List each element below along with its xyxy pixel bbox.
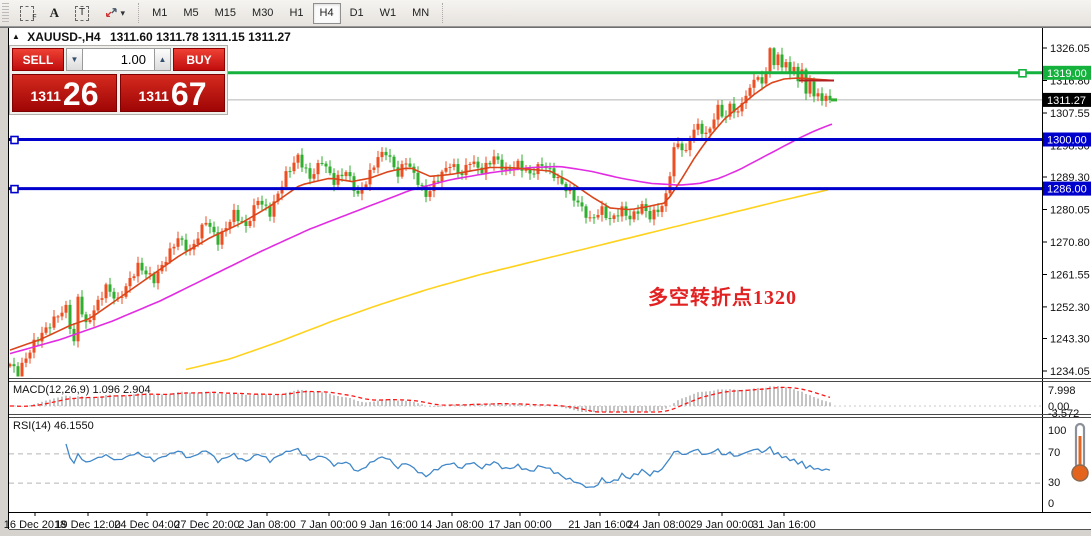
ohlc-values: 1311.60 1311.78 1311.15 1311.27 — [109, 30, 291, 44]
timeframe-bar: M1 M5 M15 M30 H1 H4 D1 W1 MN — [144, 2, 437, 24]
text-tool-button[interactable]: A — [43, 2, 66, 24]
price-tick-label: 1234.05 — [1050, 366, 1090, 378]
arrows-icon — [106, 8, 117, 18]
time-axis-label: 24 Dec 04:00 — [114, 519, 179, 531]
chart-annotation-text[interactable]: 多空转折点1320 — [648, 281, 797, 310]
arrow-objects-button[interactable]: ▾ — [98, 2, 132, 24]
price-line-label: 1319.00 — [1047, 68, 1087, 80]
toolbar-separator-2 — [442, 3, 444, 23]
tab-timeframe-m1[interactable]: M1 — [145, 3, 174, 24]
price-line-label: 1286.00 — [1047, 184, 1087, 196]
selection-tool-icon: F — [20, 5, 37, 21]
price-tick-label: 1252.30 — [1050, 302, 1090, 314]
time-axis-label: 31 Jan 16:00 — [752, 519, 816, 531]
rsi-label: RSI(14) 46.1550 — [13, 420, 94, 432]
chart-title: ▲ XAUUSD-,H4 1311.60 1311.78 1311.15 131… — [12, 30, 291, 44]
tab-timeframe-h4[interactable]: H4 — [312, 2, 341, 24]
letter-t-icon: T — [74, 5, 90, 21]
buy-price-box[interactable]: 1311 67 — [120, 74, 225, 112]
sell-price-small: 1311 — [30, 88, 61, 104]
chevron-down-icon: ▾ — [120, 7, 126, 18]
sell-button[interactable]: SELL — [12, 48, 64, 71]
volume-decrease-button[interactable]: ▼ — [66, 48, 83, 71]
price-line-label: 1311.27 — [1047, 95, 1086, 107]
tab-timeframe-h1[interactable]: H1 — [282, 3, 310, 24]
indicator-scale-label: -3.572 — [1048, 408, 1079, 420]
time-axis-label: 27 Dec 20:00 — [174, 519, 239, 531]
text-label-tool-button[interactable]: T — [68, 2, 96, 24]
indicator-scale-label: 30 — [1048, 477, 1060, 489]
buy-price-big: 67 — [170, 76, 207, 112]
price-tick-label: 1243.30 — [1050, 334, 1090, 346]
time-axis-label: 19 Dec 12:00 — [55, 519, 120, 531]
tab-timeframe-d1[interactable]: D1 — [343, 3, 371, 24]
selection-tool-button[interactable]: F — [13, 2, 41, 24]
macd-label: MACD(12,26,9) 1.096 2.904 — [13, 384, 151, 396]
buy-button[interactable]: BUY — [173, 48, 225, 71]
indicator-scale-label: 0 — [1048, 498, 1054, 510]
indicator-scale-label: 100 — [1048, 425, 1066, 437]
sell-price-big: 26 — [62, 76, 99, 112]
symbol-label: XAUUSD-,H4 — [27, 30, 101, 44]
tab-timeframe-w1[interactable]: W1 — [373, 3, 404, 24]
sell-price-box[interactable]: 1311 26 — [12, 74, 117, 112]
time-axis-label: 14 Jan 08:00 — [420, 519, 484, 531]
toolbar: F A T ▾ M1 M5 M15 M30 H1 H4 D1 W1 MN — [0, 0, 1091, 27]
toolbar-separator — [138, 3, 140, 23]
time-axis-label: 29 Jan 00:00 — [690, 519, 754, 531]
price-tick-label: 1270.80 — [1050, 237, 1090, 249]
price-tick-label: 1326.05 — [1050, 43, 1090, 55]
price-tick-label: 1261.55 — [1050, 270, 1090, 282]
thermometer-icon — [1071, 422, 1089, 482]
time-axis-label: 21 Jan 16:00 — [568, 519, 632, 531]
collapse-arrow-icon[interactable]: ▲ — [12, 32, 20, 41]
tab-timeframe-m5[interactable]: M5 — [176, 3, 205, 24]
tab-timeframe-mn[interactable]: MN — [405, 3, 436, 24]
time-axis-label: 7 Jan 00:00 — [300, 519, 358, 531]
volume-increase-button[interactable]: ▲ — [154, 48, 171, 71]
trade-panel: SELL ▼ ▲ BUY 1311 26 1311 67 — [9, 45, 228, 115]
time-axis-label: 2 Jan 08:00 — [238, 519, 296, 531]
indicator-scale-label: 7.998 — [1048, 385, 1076, 397]
price-tick-label: 1280.05 — [1050, 205, 1090, 217]
indicator-scale-label: 70 — [1048, 447, 1060, 459]
buy-price-small: 1311 — [138, 88, 169, 104]
toolbar-grip[interactable] — [2, 3, 9, 23]
letter-a-icon: A — [49, 5, 59, 20]
tab-timeframe-m30[interactable]: M30 — [245, 3, 280, 24]
time-axis-label: 24 Jan 08:00 — [627, 519, 691, 531]
price-tick-label: 1307.55 — [1050, 108, 1090, 120]
price-line-label: 1300.00 — [1047, 135, 1087, 147]
time-axis-label: 9 Jan 16:00 — [360, 519, 418, 531]
time-axis-label: 17 Jan 00:00 — [488, 519, 552, 531]
volume-input[interactable] — [83, 48, 154, 71]
tab-timeframe-m15[interactable]: M15 — [208, 3, 243, 24]
